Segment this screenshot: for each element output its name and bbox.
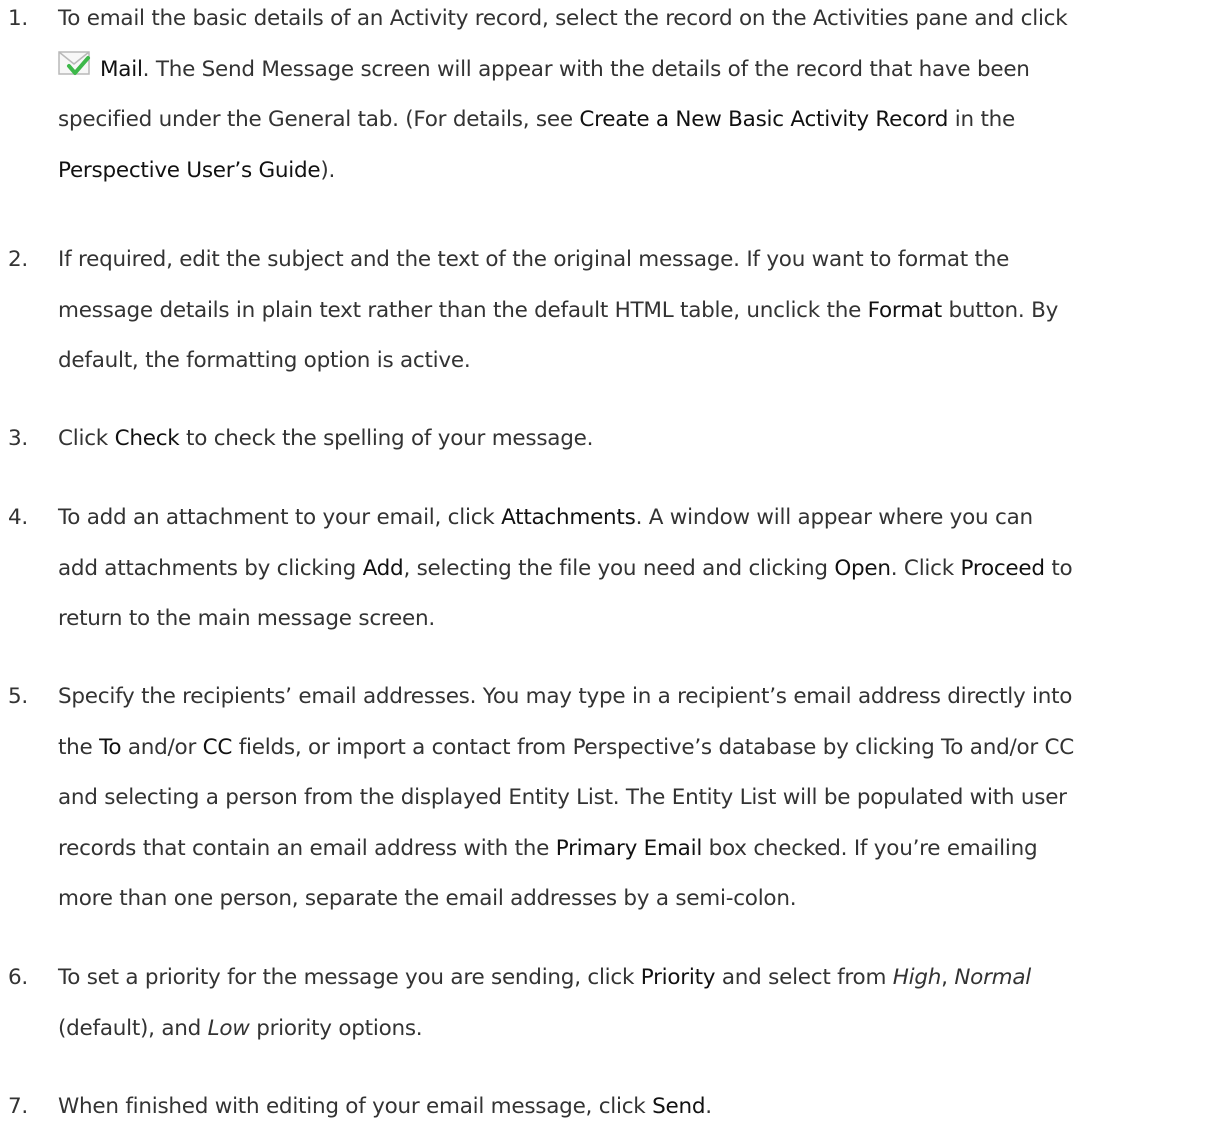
step-line: message details in plain text rather tha… [58, 286, 1210, 337]
step-2: 2. If required, edit the subject and the… [8, 235, 1210, 387]
text: To add an attachment to your email, clic… [58, 505, 502, 530]
text: to check the spelling of your message. [179, 426, 594, 451]
step-number: 6. [8, 965, 29, 990]
primary-email-label: Primary Email [555, 835, 703, 861]
step-line: Specify the recipients’ email addresses.… [58, 684, 1073, 709]
step-number: 1. [8, 6, 29, 31]
step-line: and selecting a person from the displaye… [58, 785, 1067, 810]
step-line: (default), and Low priority options. [58, 1004, 1210, 1055]
text: (default), and [58, 1015, 208, 1041]
step-line: To add an attachment to your email, clic… [58, 493, 1210, 544]
mail-icon [58, 50, 96, 79]
text: priority options. [249, 1015, 423, 1041]
step-line: records that contain an email address wi… [58, 824, 1210, 875]
step-3: 3. Click Check to check the spelling of … [8, 414, 1210, 465]
step-4: 4. To add an attachment to your email, c… [8, 493, 1210, 645]
priority-normal: Normal [954, 965, 1031, 990]
step-line: Perspective User’s Guide). [58, 146, 1210, 197]
check-command: Check [114, 426, 180, 451]
proceed-command: Proceed [960, 555, 1046, 581]
step-number: 5. [8, 684, 29, 709]
text: box checked. If you’re emailing [702, 835, 1038, 861]
text: message details in plain text rather tha… [58, 297, 868, 323]
priority-low: Low [207, 1015, 250, 1041]
step-line: To email the basic details of an Activit… [58, 6, 1068, 31]
cc-field-label: CC [202, 734, 233, 760]
text: , selecting the file you need and clicki… [403, 555, 835, 581]
text: records that contain an email address wi… [58, 835, 556, 861]
text: and select from [715, 965, 893, 990]
text: button. By [941, 297, 1059, 323]
step-number: 4. [8, 505, 29, 530]
step-number: 2. [8, 247, 29, 272]
link-perspective-users-guide[interactable]: Perspective User’s Guide [58, 158, 321, 183]
text: in the [948, 107, 1015, 132]
send-command: Send [652, 1094, 706, 1119]
priority-command: Priority [640, 965, 716, 990]
step-line: If required, edit the subject and the te… [58, 247, 1010, 272]
step-line: To set a priority for the message you ar… [58, 953, 1210, 1004]
step-line: the To and/or CC fields, or import a con… [58, 723, 1210, 774]
text: , [941, 965, 955, 990]
step-line: more than one person, separate the email… [58, 886, 797, 911]
to-field-label: To [99, 734, 122, 760]
text: to [1044, 555, 1073, 581]
text: . A window will appear where you can [635, 505, 1034, 530]
step-number: 7. [8, 1094, 29, 1119]
step-line: default, the formatting option is active… [58, 348, 471, 373]
step-line: Mail. The Send Message screen will appea… [58, 45, 1210, 96]
text: add attachments by clicking [58, 555, 363, 581]
text: Click [58, 426, 115, 451]
text: ). [320, 157, 336, 183]
text: specified under the General tab. (For de… [58, 107, 580, 132]
text: the [58, 734, 100, 760]
document: 1. To email the basic details of an Acti… [0, 0, 1215, 1119]
text: When finished with editing of your email… [58, 1094, 653, 1119]
step-line: add attachments by clicking Add, selecti… [58, 544, 1210, 595]
open-command: Open [834, 555, 891, 581]
step-line: specified under the General tab. (For de… [58, 95, 1210, 146]
step-5: 5. Specify the recipients’ email address… [8, 672, 1210, 925]
priority-high: High [892, 965, 942, 990]
text: . [705, 1094, 712, 1119]
step-line: return to the main message screen. [58, 606, 435, 631]
text: and/or [121, 734, 203, 760]
text: . The Send Message screen will appear wi… [142, 56, 1030, 82]
step-line: When finished with editing of your email… [58, 1082, 1210, 1133]
attachments-command: Attachments [501, 505, 636, 530]
add-command: Add [362, 555, 404, 581]
text: To set a priority for the message you ar… [58, 965, 641, 990]
step-line: Click Check to check the spelling of you… [58, 414, 1210, 465]
step-7: 7. When finished with editing of your em… [8, 1082, 1210, 1133]
mail-command: Mail [100, 56, 143, 82]
step-number: 3. [8, 426, 29, 451]
format-command: Format [867, 297, 943, 323]
text: . Click [890, 555, 961, 581]
step-1: 1. To email the basic details of an Acti… [8, 0, 1210, 197]
text: fields, or import a contact from Perspec… [232, 734, 1075, 760]
link-create-basic-activity-record[interactable]: Create a New Basic Activity Record [579, 107, 948, 132]
step-6: 6. To set a priority for the message you… [8, 953, 1210, 1055]
